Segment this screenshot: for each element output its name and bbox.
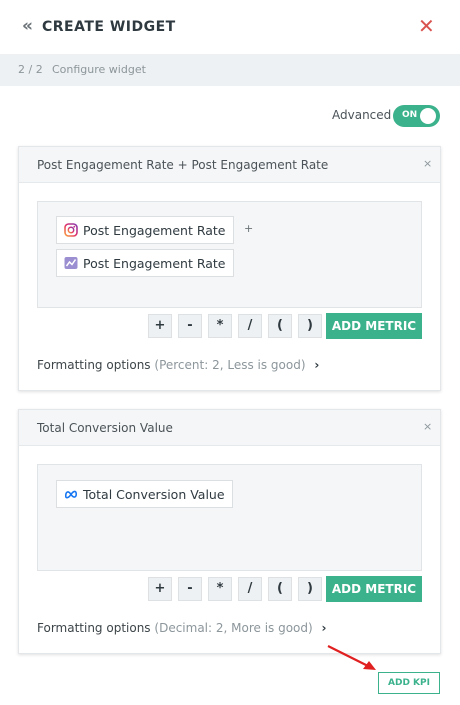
step-indicator: 2 / 2 Configure widget (0, 54, 460, 86)
kpi-name[interactable]: Total Conversion Value (37, 421, 173, 435)
operator-close-paren-button[interactable]: ) (298, 577, 322, 601)
double-chevron-left-icon[interactable]: « (22, 18, 33, 35)
metric-label: Post Engagement Rate (83, 223, 226, 238)
meta-icon (64, 490, 78, 499)
formula-box[interactable]: Post Engagement Rate + Post Engagement R… (37, 201, 422, 308)
operator-open-paren-button[interactable]: ( (268, 314, 292, 338)
formatting-options-link[interactable]: Formatting options (Decimal: 2, More is … (37, 621, 326, 635)
kpi-card-header: Total Conversion Value × (19, 410, 440, 446)
analytics-chart-icon (64, 257, 78, 269)
advanced-label: Advanced (332, 108, 392, 122)
operator-close-paren-button[interactable]: ) (298, 314, 322, 338)
formatting-detail: (Percent: 2, Less is good) (154, 358, 306, 372)
metric-label: Total Conversion Value (83, 487, 225, 502)
chevron-right-icon: › (314, 358, 320, 372)
operator-plus-button[interactable]: + (148, 577, 172, 601)
add-metric-button[interactable]: ADD METRIC (326, 313, 422, 339)
toggle-knob (420, 108, 436, 124)
close-icon[interactable]: ✕ (418, 14, 435, 38)
toggle-on-label: ON (402, 110, 418, 120)
formatting-label: Formatting options (37, 358, 151, 372)
step-title: Configure widget (52, 63, 146, 76)
metric-chip[interactable]: Post Engagement Rate (56, 216, 234, 244)
modal-title: CREATE WIDGET (42, 19, 176, 35)
chevron-right-icon: › (321, 621, 327, 635)
modal-header: « CREATE WIDGET ✕ (0, 0, 460, 54)
kpi-name[interactable]: Post Engagement Rate + Post Engagement R… (37, 158, 328, 172)
formula-box[interactable]: Total Conversion Value (37, 464, 422, 571)
operator-minus-button[interactable]: - (178, 577, 202, 601)
metric-chip[interactable]: Post Engagement Rate (56, 249, 234, 277)
operator-multiply-button[interactable]: * (208, 577, 232, 601)
operator-divide-button[interactable]: / (238, 577, 262, 601)
metric-label: Post Engagement Rate (83, 256, 226, 271)
operator-multiply-button[interactable]: * (208, 314, 232, 338)
add-kpi-button[interactable]: ADD KPI (378, 672, 440, 694)
formatting-options-link[interactable]: Formatting options (Percent: 2, Less is … (37, 358, 319, 372)
metric-chip[interactable]: Total Conversion Value (56, 480, 233, 508)
operator-minus-button[interactable]: - (178, 314, 202, 338)
operator-divide-button[interactable]: / (238, 314, 262, 338)
operator-plus-button[interactable]: + (148, 314, 172, 338)
remove-kpi-icon[interactable]: × (423, 420, 432, 433)
formula-operator: + (244, 222, 254, 235)
kpi-card: Total Conversion Value × Total Conversio… (18, 409, 441, 654)
annotation-arrow-icon (327, 645, 376, 670)
kpi-card-header: Post Engagement Rate + Post Engagement R… (19, 147, 440, 183)
kpi-card: Post Engagement Rate + Post Engagement R… (18, 146, 441, 391)
formatting-detail: (Decimal: 2, More is good) (154, 621, 313, 635)
operator-open-paren-button[interactable]: ( (268, 577, 292, 601)
instagram-icon (64, 223, 78, 237)
step-counter: 2 / 2 (18, 63, 43, 76)
advanced-toggle[interactable]: ON (393, 105, 440, 127)
remove-kpi-icon[interactable]: × (423, 157, 432, 170)
add-metric-button[interactable]: ADD METRIC (326, 576, 422, 602)
formatting-label: Formatting options (37, 621, 151, 635)
